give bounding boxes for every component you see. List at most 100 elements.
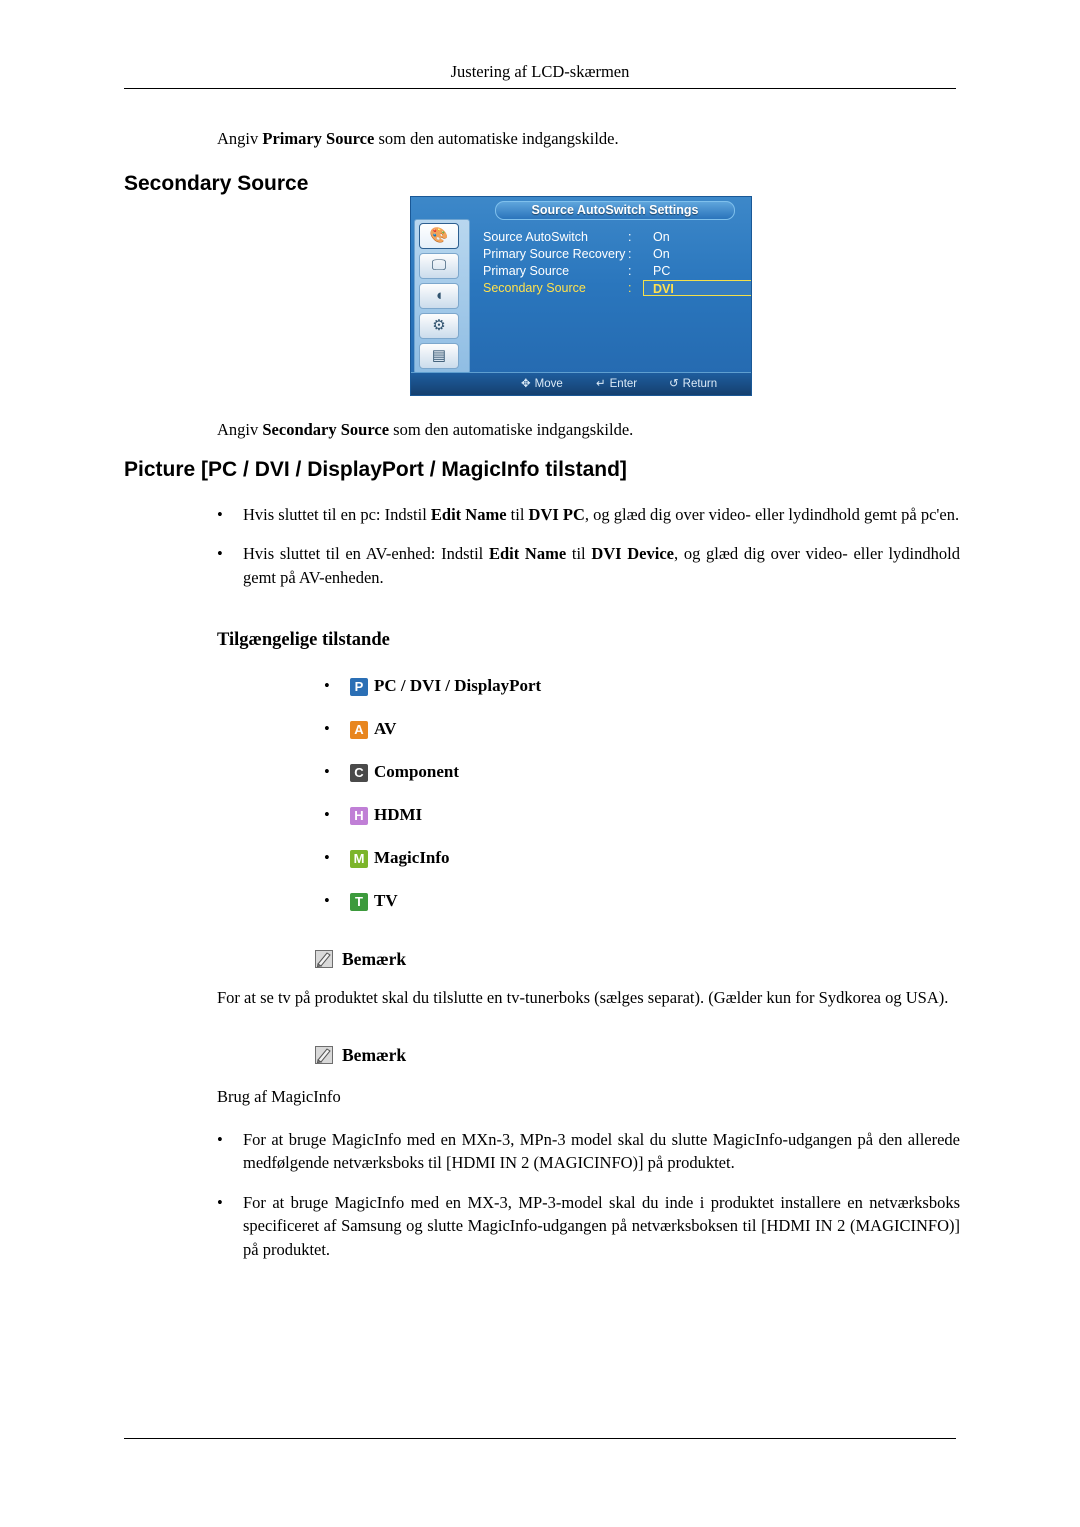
mode-badge-m-icon: M: [350, 850, 368, 868]
list-item: • Hvis sluttet til en pc: Indstil Edit N…: [217, 503, 960, 526]
screen-icon[interactable]: 🖵: [419, 253, 459, 279]
mode-label: AV: [374, 719, 397, 738]
bullet-dot: •: [324, 762, 330, 781]
osd-footer-return: ↺ Return: [669, 373, 717, 395]
footer-rule: [124, 1438, 956, 1439]
list-item: • For at bruge MagicInfo med en MXn-3, M…: [217, 1128, 960, 1175]
mode-label: TV: [374, 891, 398, 910]
bullet-part-bold: DVI PC: [528, 505, 585, 524]
note-text: For at se tv på produktet skal du tilslu…: [217, 988, 949, 1007]
list-item: • Hvis sluttet til en AV-enhed: Indstil …: [217, 542, 960, 589]
osd-row-colon: :: [628, 247, 632, 261]
osd-row-value: On: [653, 247, 670, 261]
document-page: Justering af LCD-skærmen Angiv Primary S…: [0, 0, 1080, 1527]
enter-icon: ↵: [596, 378, 606, 390]
header-rule: [124, 88, 956, 89]
list-item: • For at bruge MagicInfo med en MX-3, MP…: [217, 1191, 960, 1261]
mode-badge-p-icon: P: [350, 678, 368, 696]
osd-row-label: Primary Source Recovery: [483, 247, 626, 261]
running-header: Justering af LCD-skærmen: [450, 62, 630, 81]
osd-row-value: PC: [653, 264, 671, 278]
osd-row-label: Primary Source: [483, 264, 570, 278]
mode-badge-a-icon: A: [350, 721, 368, 739]
bullet-dot: •: [217, 1192, 223, 1212]
secondary-source-heading: Secondary Source: [124, 172, 309, 195]
picture-icon[interactable]: 🎨: [419, 223, 459, 249]
multi-control-icon[interactable]: ▤: [419, 343, 459, 369]
osd-row-label: Secondary Source: [483, 281, 586, 295]
secondary-source-caption: Angiv Secondary Source som den automatis…: [217, 418, 957, 441]
bullet-part-bold: DVI Device: [591, 544, 674, 564]
osd-row[interactable]: Primary Source Recovery : On: [483, 246, 745, 263]
mode-label: PC / DVI / DisplayPort: [374, 676, 542, 695]
caption-prefix: Angiv: [217, 420, 263, 439]
osd-row[interactable]: Primary Source : PC: [483, 263, 745, 280]
list-item: • T TV: [324, 891, 960, 934]
caption-bold: Secondary Source: [262, 420, 390, 439]
osd-row-colon: :: [628, 264, 632, 278]
sound-icon[interactable]: ◖: [419, 283, 459, 309]
picture-section-heading: Picture [PC / DVI / DisplayPort / MagicI…: [124, 458, 627, 481]
list-item: • A AV: [324, 719, 960, 762]
bullet-dot: •: [217, 505, 223, 524]
note-icon: [314, 949, 334, 969]
bullet-part-bold: Edit Name: [430, 505, 507, 524]
bullet-text: Hvis sluttet til en pc: Indstil Edit Nam…: [243, 503, 960, 526]
note-label: Bemærk: [342, 1044, 407, 1065]
osd-menu: Source AutoSwitch : On Primary Source Re…: [483, 229, 751, 297]
bullet-dot: •: [217, 544, 223, 564]
bullet-dot: •: [324, 719, 330, 738]
intro-bold: Primary Source: [262, 129, 375, 148]
osd-footer-enter: ↵ Enter: [596, 373, 637, 395]
bullet-text: Hvis sluttet til en AV-enhed: Indstil Ed…: [243, 542, 960, 589]
bullet-dot: •: [324, 805, 330, 824]
osd-title-bar: Source AutoSwitch Settings: [495, 201, 735, 220]
list-item: • H HDMI: [324, 805, 960, 848]
list-item: • M MagicInfo: [324, 848, 960, 891]
osd-row-value: DVI: [653, 282, 674, 296]
osd-footer-move: ✥ Move: [521, 373, 563, 395]
mode-label: HDMI: [374, 805, 423, 824]
return-icon: ↺: [669, 378, 679, 390]
bullet-dot: •: [217, 1130, 223, 1149]
osd-row-selected[interactable]: Secondary Source : DVI: [483, 280, 751, 297]
bullet-dot: •: [324, 848, 330, 867]
osd-row-colon: :: [628, 230, 632, 244]
bullet-part: Hvis sluttet til en pc: Indstil: [243, 505, 431, 524]
bullet-dot: •: [324, 891, 330, 910]
osd-row-colon: :: [628, 281, 632, 295]
bullet-text: For at bruge MagicInfo med en MXn-3, MPn…: [243, 1130, 960, 1173]
intro-paragraph: Angiv Primary Source som den automatiske…: [217, 127, 957, 150]
note-icon: [314, 1045, 334, 1065]
list-item: • C Component: [324, 762, 960, 805]
list-item: • P PC / DVI / DisplayPort: [324, 676, 960, 719]
intro-prefix: Angiv: [217, 129, 263, 148]
move-icon: ✥: [521, 378, 531, 390]
mode-label: Component: [374, 762, 460, 781]
note-header: Bemærk: [314, 1040, 960, 1070]
osd-footer-label: Return: [682, 378, 718, 390]
note-header: Bemærk: [314, 944, 960, 974]
available-modes-subheading: Tilgængelige tilstande: [217, 630, 390, 650]
bullet-part: Hvis sluttet til en AV-enhed: Indstil: [243, 544, 489, 564]
bullet-part: til: [506, 505, 529, 524]
osd-row-label: Source AutoSwitch: [483, 230, 588, 244]
osd-footer-label: Move: [534, 378, 563, 390]
mode-badge-h-icon: H: [350, 807, 368, 825]
bullet-part: , og glæd dig over video- eller lydindho…: [584, 505, 960, 524]
mode-badge-t-icon: T: [350, 893, 368, 911]
mode-label: MagicInfo: [374, 848, 450, 867]
setup-icon[interactable]: ⚙: [419, 313, 459, 339]
bullet-text: For at bruge MagicInfo med en MX-3, MP-3…: [243, 1192, 960, 1259]
osd-footer: ✥ Move ↵ Enter ↺ Return: [411, 372, 751, 395]
osd-row[interactable]: Source AutoSwitch : On: [483, 229, 745, 246]
intro-suffix: som den automatiske indgangskilde.: [374, 129, 619, 148]
osd-footer-label: Enter: [609, 378, 638, 390]
bullet-part: til: [566, 544, 592, 564]
note-label: Bemærk: [342, 948, 407, 969]
caption-suffix: som den automatiske indgangskilde.: [389, 420, 634, 439]
osd-row-value: On: [653, 230, 670, 244]
mode-badge-c-icon: C: [350, 764, 368, 782]
bullet-part-bold: Edit Name: [488, 544, 567, 564]
note-text: Brug af MagicInfo: [217, 1087, 341, 1106]
